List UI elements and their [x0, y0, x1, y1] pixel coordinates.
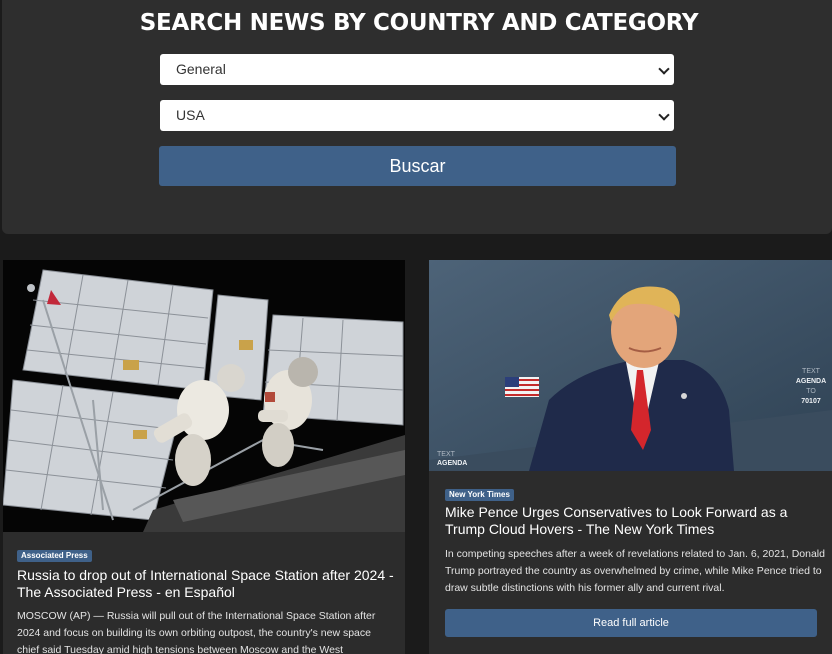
- article-description: In competing speeches after a week of re…: [445, 548, 825, 594]
- country-select[interactable]: USA: [160, 100, 674, 131]
- backdrop-text-line: TO: [806, 388, 816, 395]
- category-select[interactable]: General: [160, 54, 674, 85]
- read-full-article-button[interactable]: Read full article: [445, 609, 817, 637]
- corner-text-line: AGENDA: [437, 460, 468, 467]
- source-badge: New York Times: [445, 489, 514, 501]
- category-select-value: General: [176, 61, 226, 77]
- chevron-down-icon: [658, 63, 670, 75]
- article-image[interactable]: TEXT AGENDA TO 70107 TEXT AGENDA: [429, 260, 832, 471]
- corner-text-line: TEXT: [437, 451, 455, 458]
- speaker-photo: [429, 260, 832, 471]
- article-description: MOSCOW (AP) — Russia will pull out of th…: [17, 610, 376, 654]
- backdrop-text-line: 70107: [801, 398, 821, 405]
- article-title[interactable]: Mike Pence Urges Conservatives to Look F…: [445, 504, 795, 538]
- source-badge: Associated Press: [17, 550, 92, 562]
- backdrop-text-line: AGENDA: [795, 378, 827, 385]
- corner-text: TEXT AGENDA: [437, 450, 467, 468]
- chevron-down-icon: [658, 109, 670, 121]
- space-station-image: [3, 260, 405, 532]
- news-card: Associated Press Russia to drop out of I…: [3, 260, 405, 654]
- backdrop-text: TEXT AGENDA TO 70107: [793, 367, 829, 407]
- country-select-value: USA: [176, 107, 205, 123]
- backdrop-text-line: TEXT: [802, 368, 820, 375]
- news-card: TEXT AGENDA TO 70107 TEXT AGENDA New Yor…: [429, 260, 832, 654]
- search-panel: SEARCH NEWS BY COUNTRY AND CATEGORY Gene…: [2, 0, 832, 234]
- article-image[interactable]: [3, 260, 405, 532]
- page-title: SEARCH NEWS BY COUNTRY AND CATEGORY: [139, 10, 699, 36]
- article-title[interactable]: Russia to drop out of International Spac…: [17, 567, 399, 601]
- search-button[interactable]: Buscar: [159, 146, 676, 186]
